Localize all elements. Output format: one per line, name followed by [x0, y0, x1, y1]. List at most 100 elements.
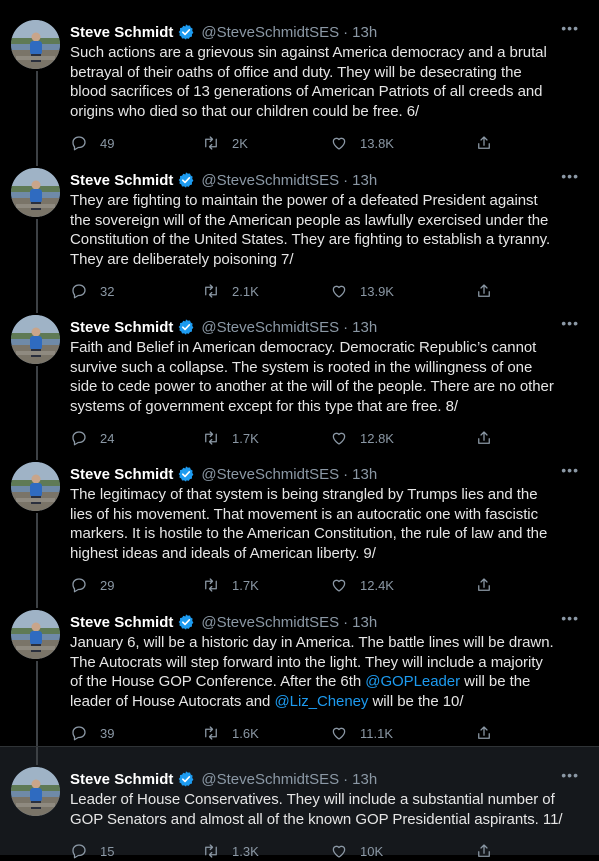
- thread-connector: [36, 661, 38, 746]
- thread-connector: [36, 590, 38, 608]
- action-count: 11.1K: [360, 725, 394, 741]
- thread-connector: [36, 71, 38, 148]
- tweet-text-line: The Autocrats will step forward into the…: [70, 653, 580, 673]
- verified-badge-icon: [177, 171, 195, 189]
- like-button[interactable]: 10K: [330, 841, 383, 861]
- more-options-icon[interactable]: •••: [561, 767, 579, 783]
- thread-connector: [36, 295, 38, 313]
- timestamp[interactable]: 13h: [352, 319, 377, 336]
- timestamp[interactable]: 13h: [352, 24, 377, 41]
- mention-link[interactable]: @Liz_Cheney: [274, 693, 368, 710]
- tweet-text-line: lies of his movement. That movement is a…: [70, 505, 580, 525]
- mention-link[interactable]: @GOPLeader: [365, 673, 460, 690]
- tweet[interactable]: Steve Schmidt @SteveSchmidtSES · 13h ••• The …: [0, 442, 599, 593]
- author-name[interactable]: Steve Schmidt: [70, 319, 173, 336]
- author-name[interactable]: Steve Schmidt: [70, 172, 173, 189]
- author-name[interactable]: Steve Schmidt: [70, 466, 173, 483]
- more-options-icon[interactable]: •••: [561, 168, 579, 184]
- retweet-button[interactable]: 1.6K: [202, 723, 259, 743]
- author-handle[interactable]: @SteveSchmidtSES: [201, 771, 339, 788]
- verified-badge-icon: [177, 465, 195, 483]
- separator-dot: ·: [343, 171, 349, 189]
- thread-connector: [36, 747, 38, 765]
- tweet-text-line: side to cede power to another at the wil…: [70, 377, 580, 397]
- reply-button[interactable]: 15: [70, 841, 114, 861]
- tweet-text-segment: January 6, will be a historic day in Ame…: [70, 634, 554, 651]
- share-icon: [475, 724, 493, 742]
- tweet-text-line: the sovereign will of the American peopl…: [70, 211, 580, 231]
- tweet-text-segment: The legitimacy of that system is being s…: [70, 486, 538, 503]
- tweet-text-line: Such actions are a grievous sin against …: [70, 43, 580, 63]
- more-options-icon[interactable]: •••: [561, 462, 579, 478]
- reply-button[interactable]: 39: [70, 723, 114, 743]
- avatar[interactable]: [11, 20, 60, 69]
- tweet-text: Leader of House Conservatives. They will…: [70, 790, 580, 829]
- timestamp[interactable]: 13h: [352, 771, 377, 788]
- tweet-text-line: highest ideas and ideals of American lib…: [70, 544, 580, 564]
- action-count: 10K: [360, 843, 384, 859]
- like-button[interactable]: 11.1K: [330, 723, 393, 743]
- more-options-icon[interactable]: •••: [561, 20, 579, 36]
- tweet-header: Steve Schmidt @SteveSchmidtSES · 13h •••: [70, 767, 579, 789]
- heart-icon: [330, 724, 360, 742]
- timestamp[interactable]: 13h: [352, 172, 377, 189]
- tweet[interactable]: Steve Schmidt @SteveSchmidtSES · 13h ••• They…: [0, 148, 599, 299]
- tweet-text-segment: Faith and Belief in American democracy. …: [70, 339, 537, 356]
- action-count: 39: [100, 725, 115, 741]
- tweet-text-line: betrayal of their oaths of office and du…: [70, 63, 580, 83]
- action-count: 1.3K: [232, 843, 259, 859]
- verified-badge-icon: [177, 613, 195, 631]
- separator-dot: ·: [343, 770, 349, 788]
- tweet-text-segment: Leader of House Conservatives. They will…: [70, 791, 555, 808]
- tweet-text-line: The legitimacy of that system is being s…: [70, 485, 580, 505]
- verified-badge-icon: [177, 318, 195, 336]
- tweet-text-segment: highest ideas and ideals of American lib…: [70, 544, 376, 562]
- author-name[interactable]: Steve Schmidt: [70, 614, 173, 631]
- tweet-text-segment: side to cede power to another at the wil…: [70, 378, 554, 395]
- avatar[interactable]: [11, 610, 60, 659]
- reply-icon: [70, 842, 100, 860]
- tweet-text-segment: survive such a collapse. The system is r…: [70, 358, 533, 376]
- author-handle[interactable]: @SteveSchmidtSES: [201, 466, 339, 483]
- tweet[interactable]: Steve Schmidt @SteveSchmidtSES · 13h ••• Janu…: [0, 590, 599, 746]
- avatar[interactable]: [11, 462, 60, 511]
- tweet-text-segment: origins who died so that our children co…: [70, 102, 420, 120]
- author-handle[interactable]: @SteveSchmidtSES: [201, 319, 339, 336]
- author-name[interactable]: Steve Schmidt: [70, 24, 173, 41]
- tweet-text-line: Constitution of the United States. They …: [70, 230, 580, 250]
- tweet-text-segment: will be the 10/: [368, 692, 464, 710]
- share-button[interactable]: [475, 841, 493, 861]
- avatar[interactable]: [11, 168, 60, 217]
- tweet-text-segment: They are deliberately poisoning 7/: [70, 250, 294, 268]
- tweet-text-line: blood sacrifices of 13 generations of Am…: [70, 82, 580, 102]
- tweet-text-segment: They are fighting to maintain the power …: [70, 192, 538, 209]
- author-name[interactable]: Steve Schmidt: [70, 771, 173, 788]
- tweet-header: Steve Schmidt @SteveSchmidtSES · 13h •••: [70, 315, 579, 337]
- author-handle[interactable]: @SteveSchmidtSES: [201, 172, 339, 189]
- retweet-button[interactable]: 1.3K: [202, 841, 259, 861]
- thread-connector: [36, 148, 38, 166]
- more-options-icon[interactable]: •••: [561, 315, 579, 331]
- tweet[interactable]: Steve Schmidt @SteveSchmidtSES · 13h ••• Fait…: [0, 295, 599, 446]
- tweet-text-line: Faith and Belief in American democracy. …: [70, 338, 580, 358]
- avatar[interactable]: [11, 315, 60, 364]
- tweet-text: January 6, will be a historic day in Ame…: [70, 633, 580, 711]
- tweet-text-segment: of the House GOP Conference. After the 6…: [70, 673, 366, 690]
- tweet-text-line: systems of government except for this ty…: [70, 397, 580, 417]
- timestamp[interactable]: 13h: [352, 466, 377, 483]
- verified-badge-icon: [177, 23, 195, 41]
- more-options-icon[interactable]: •••: [561, 610, 579, 626]
- tweet[interactable]: Steve Schmidt @SteveSchmidtSES · 13h ••• Such…: [0, 0, 599, 151]
- avatar[interactable]: [11, 767, 60, 816]
- timestamp[interactable]: 13h: [352, 614, 377, 631]
- share-button[interactable]: [475, 723, 493, 743]
- action-bar: 15 1.3K 10K: [70, 841, 510, 861]
- tweet-text-segment: blood sacrifices of 13 generations of Am…: [70, 83, 543, 100]
- author-handle[interactable]: @SteveSchmidtSES: [201, 24, 339, 41]
- tweet-text-line: survive such a collapse. The system is r…: [70, 358, 580, 378]
- tweet[interactable]: Steve Schmidt @SteveSchmidtSES · 13h ••• Lead…: [0, 746, 599, 859]
- separator-dot: ·: [343, 318, 349, 336]
- author-handle[interactable]: @SteveSchmidtSES: [201, 614, 339, 631]
- tweet-text-line: January 6, will be a historic day in Ame…: [70, 633, 580, 653]
- action-count: 15: [100, 843, 115, 859]
